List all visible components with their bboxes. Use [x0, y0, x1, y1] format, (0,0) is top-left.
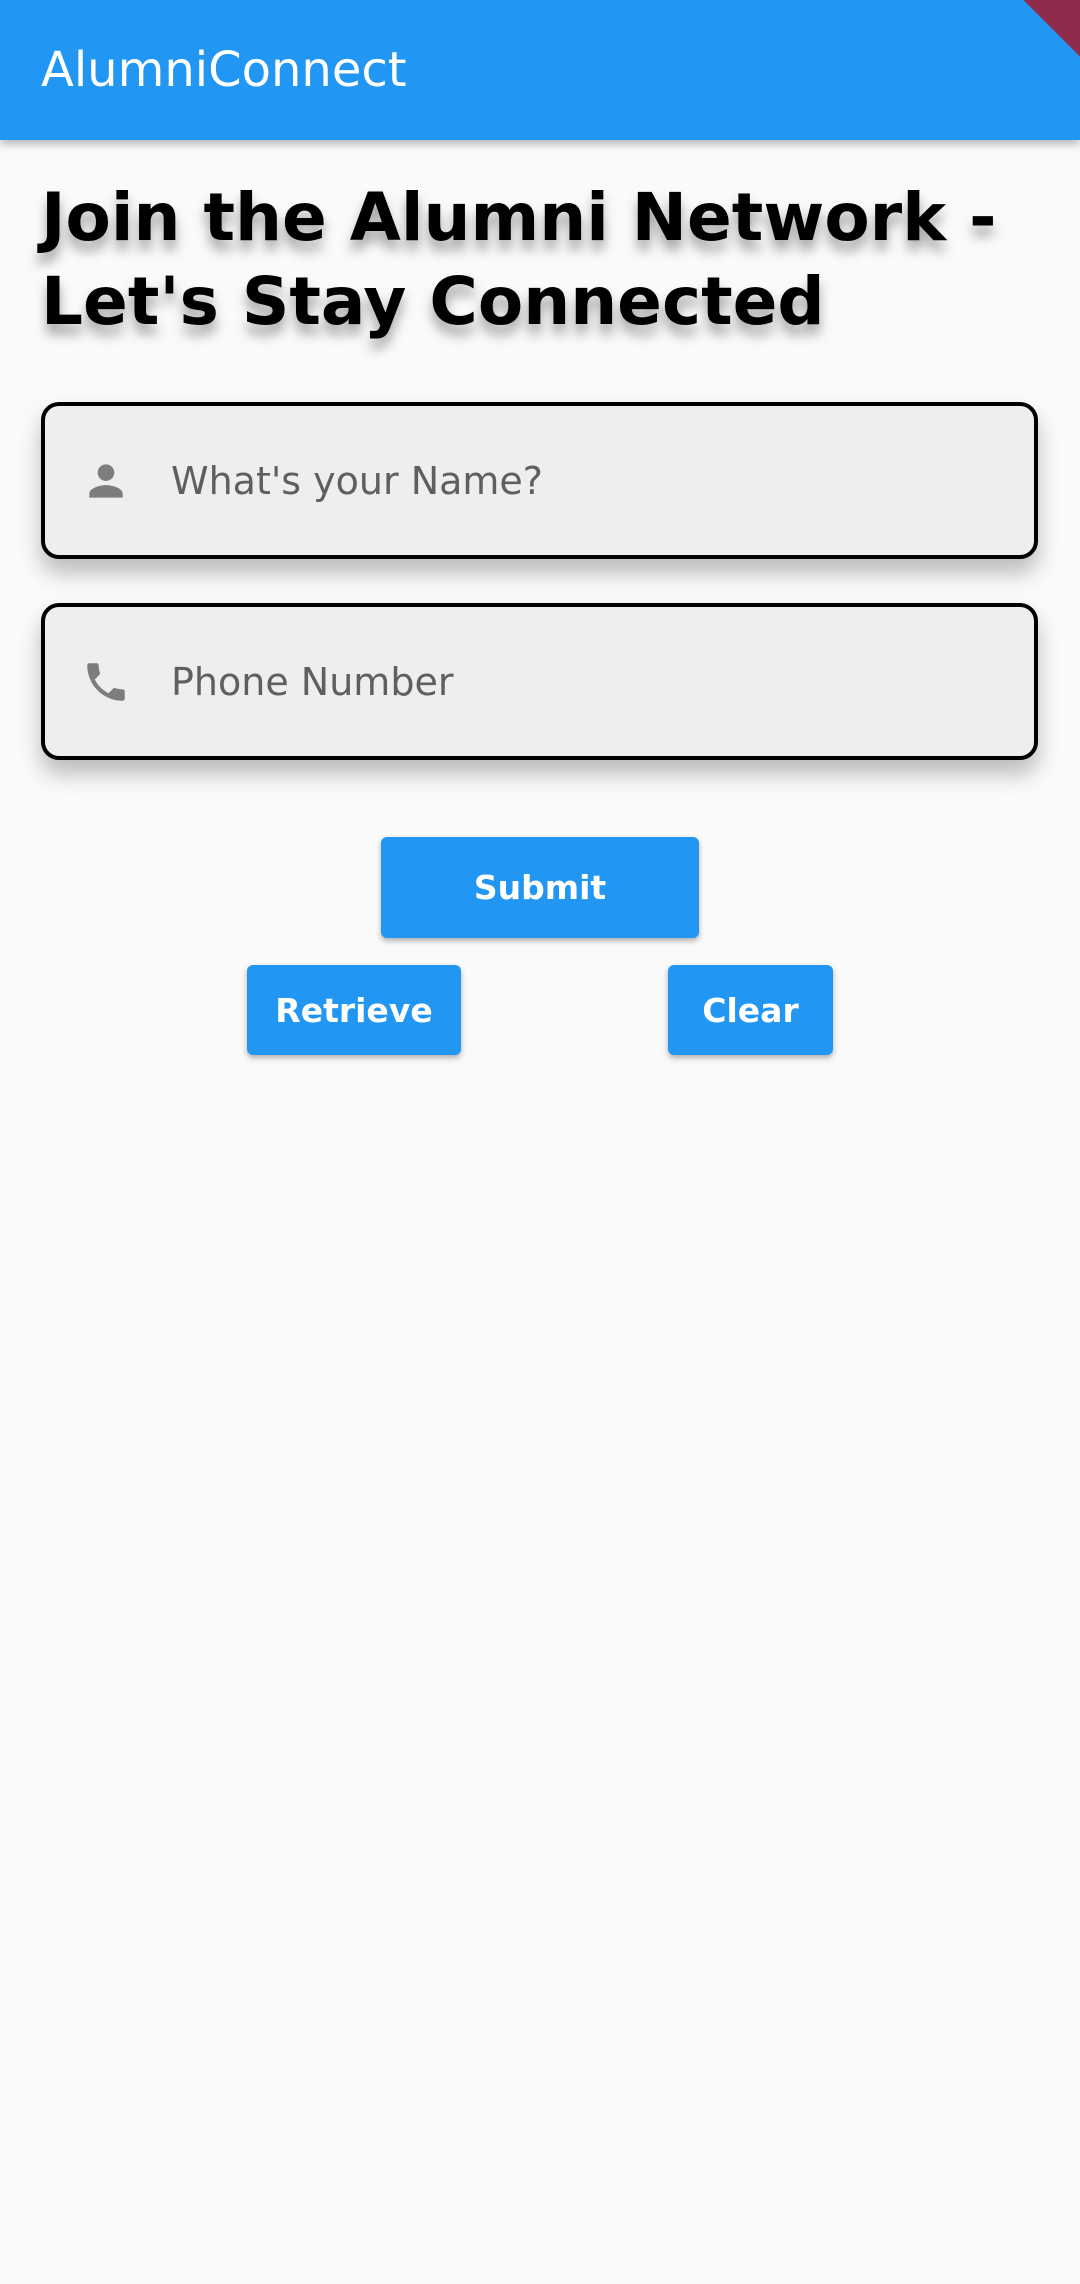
retrieve-button[interactable]: Retrieve [247, 965, 461, 1055]
name-field[interactable] [41, 402, 1038, 559]
phone-field[interactable] [41, 603, 1038, 760]
clear-button[interactable]: Clear [668, 965, 833, 1055]
page-heading: Join the Alumni Network - Let's Stay Con… [41, 179, 997, 340]
phone-input[interactable] [169, 607, 1004, 756]
submit-button[interactable]: Submit [381, 837, 699, 938]
phone-icon [81, 657, 131, 707]
debug-banner [1023, 0, 1080, 57]
app-bar: AlumniConnect [0, 0, 1080, 140]
app-title: AlumniConnect [41, 42, 407, 98]
person-icon [81, 456, 131, 506]
name-input[interactable] [169, 406, 1004, 555]
